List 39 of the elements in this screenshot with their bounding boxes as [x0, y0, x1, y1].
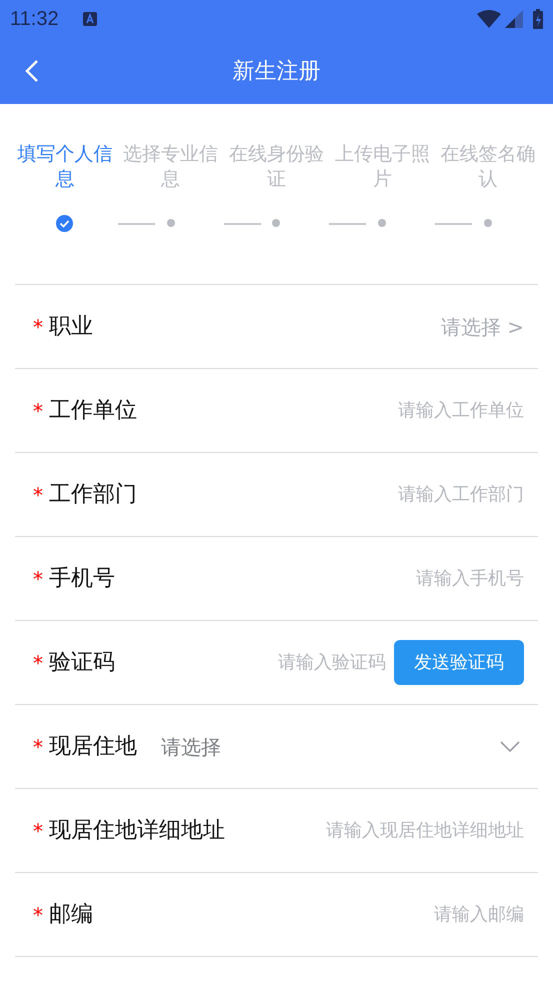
- input-field[interactable]: 请输入工作部门: [145, 481, 524, 508]
- signal-icon: [505, 10, 523, 28]
- step-label: 上传电子照片: [334, 142, 430, 192]
- input-field[interactable]: 请输入手机号: [123, 565, 524, 592]
- input-field[interactable]: 请输入邮编: [101, 901, 524, 928]
- field-label: 工作单位: [49, 397, 137, 425]
- required-mark: *: [33, 904, 43, 924]
- required-mark: *: [33, 484, 43, 504]
- status-time: 11:32: [10, 7, 59, 32]
- send-code-button[interactable]: 发送验证码: [394, 640, 524, 685]
- required-mark: *: [33, 820, 43, 840]
- dropdown-field[interactable]: 请选择: [161, 732, 524, 762]
- input-field[interactable]: 请输入现居住地详细地址: [233, 817, 524, 844]
- field-label: 现居住地: [49, 733, 137, 761]
- select-field[interactable]: 请选择 >: [440, 312, 524, 342]
- required-mark: *: [33, 400, 43, 420]
- required-mark: *: [33, 736, 43, 756]
- required-mark: *: [33, 652, 43, 672]
- step-label: 在线身份验证: [228, 142, 324, 192]
- dropdown-placeholder: 请选择: [161, 734, 221, 760]
- step-label: 选择专业信息: [123, 142, 218, 192]
- input-field[interactable]: 请输入工作单位: [145, 397, 524, 424]
- back-icon: [25, 59, 39, 83]
- input-field[interactable]: 请输入验证码: [266, 649, 386, 676]
- field-label: 现居住地详细地址: [49, 817, 225, 845]
- battery-icon: [533, 9, 543, 29]
- chevron-down-icon: [500, 740, 520, 752]
- keyboard-icon: [82, 12, 97, 26]
- step-label: 在线签名确认: [440, 142, 536, 192]
- field-label: 手机号: [49, 565, 115, 593]
- field-label: 工作部门: [49, 481, 137, 509]
- field-label: 邮编: [49, 901, 93, 929]
- wifi-icon: [477, 10, 501, 28]
- required-mark: *: [33, 568, 43, 588]
- field-label: 验证码: [49, 649, 115, 677]
- step-label: 填写个人信息: [17, 142, 112, 192]
- field-label: 职业: [49, 313, 93, 341]
- page-title: 新生注册: [232, 58, 320, 86]
- required-mark: *: [33, 316, 43, 336]
